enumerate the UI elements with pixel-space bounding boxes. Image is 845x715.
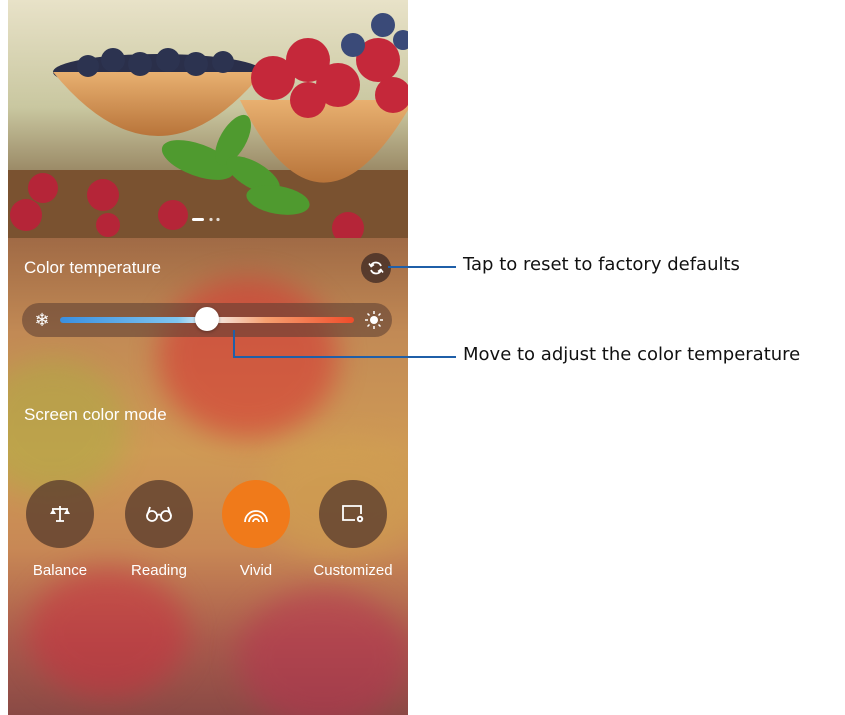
mode-reading[interactable]: Reading xyxy=(114,480,204,579)
berries-photo xyxy=(8,0,408,238)
custom-screen-icon xyxy=(342,505,364,523)
mode-customized[interactable]: Customized xyxy=(308,480,398,579)
adjust-callout-line-vertical xyxy=(233,330,235,358)
adjust-callout-line-horizontal xyxy=(233,356,456,358)
snowflake-icon: ❄ xyxy=(34,310,50,330)
reset-callout-line xyxy=(388,266,456,268)
reset-button[interactable] xyxy=(361,253,391,283)
mode-vivid-label: Vivid xyxy=(239,562,273,579)
reset-icon xyxy=(368,261,384,275)
sun-icon xyxy=(365,311,383,329)
color-temperature-slider[interactable]: ❄ xyxy=(22,303,392,337)
mode-customized-button[interactable] xyxy=(319,480,387,548)
mode-reading-button[interactable] xyxy=(125,480,193,548)
mode-vivid[interactable]: Vivid xyxy=(211,480,301,579)
glasses-icon xyxy=(146,506,172,522)
balance-scale-icon xyxy=(50,506,70,522)
reset-callout-text: Tap to reset to factory defaults xyxy=(463,254,740,275)
slider-thumb[interactable] xyxy=(195,307,219,331)
adjust-callout-text: Move to adjust the color temperature xyxy=(463,344,801,365)
vivid-waves-icon xyxy=(244,510,268,523)
mode-customized-label: Customized xyxy=(313,562,393,579)
screen-color-mode-label: Screen color mode xyxy=(24,405,167,424)
mode-balance[interactable]: Balance xyxy=(15,480,105,579)
color-temperature-label: Color temperature xyxy=(24,258,162,277)
mode-balance-button[interactable] xyxy=(26,480,94,548)
mode-vivid-button[interactable] xyxy=(222,480,290,548)
mode-reading-label: Reading xyxy=(131,562,187,579)
mode-balance-label: Balance xyxy=(32,562,88,579)
